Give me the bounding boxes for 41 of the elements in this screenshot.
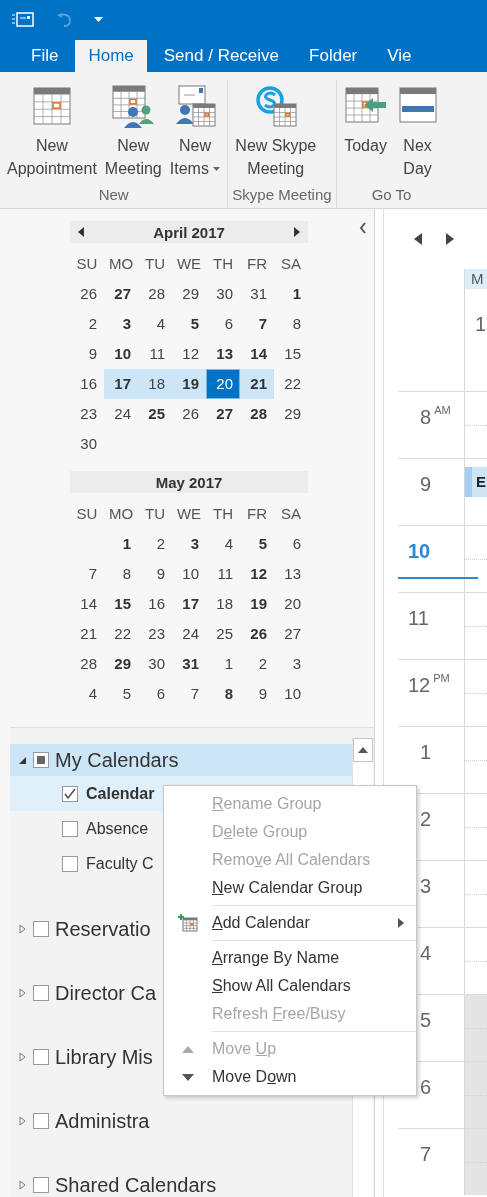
weekday-label: MO xyxy=(107,254,135,274)
weekday-label: SU xyxy=(75,254,99,274)
hour-label: 1 xyxy=(420,741,432,763)
group-label: My Calendars xyxy=(55,748,179,772)
weekday-label: TU xyxy=(144,254,166,274)
hour-label: 10 xyxy=(408,540,431,562)
weekday-label: FR xyxy=(246,504,268,524)
group-label: New xyxy=(97,186,130,205)
group-label: Director Ca xyxy=(55,981,157,1005)
weekday-label: TH xyxy=(212,254,234,274)
calendar-label: Faculty C xyxy=(86,854,154,873)
group-label: Skype Meeting xyxy=(232,186,332,205)
calendar-label: Calendar xyxy=(86,784,155,803)
hour-label: 7 xyxy=(420,1143,432,1165)
weekday-label: SA xyxy=(280,504,302,524)
group-label: Go To xyxy=(370,186,413,205)
weekday-label: TH xyxy=(212,504,234,524)
month-title: May 2017 xyxy=(154,473,224,491)
weekday-label: MO xyxy=(107,504,135,524)
hour-label: 6 xyxy=(420,1076,432,1098)
month-title: April 2017 xyxy=(152,223,226,241)
weekday-label: TU xyxy=(144,504,166,524)
group-label: Shared Calendars xyxy=(55,1173,217,1197)
hour-label: 11 xyxy=(408,607,429,629)
hour-label: 9 xyxy=(420,473,432,495)
weekday-label: SA xyxy=(280,254,302,274)
hour-label: 3 xyxy=(420,875,432,897)
hour-label: 4 xyxy=(420,942,432,964)
group-label: Library Mis xyxy=(55,1045,153,1069)
hour-label: 12$^{PM}$ xyxy=(408,674,450,696)
calendar-label: Absence xyxy=(86,819,149,838)
hour-label: 8$^{AM}$ xyxy=(420,406,451,428)
weekday-label: SU xyxy=(75,504,99,524)
weekday-label: FR xyxy=(246,254,268,274)
hour-label: 5 xyxy=(420,1009,432,1031)
hour-label: 2 xyxy=(420,808,432,830)
group-label: Reservatio xyxy=(55,917,151,941)
date-label: 1 xyxy=(475,313,487,335)
weekday-label: WE xyxy=(175,504,203,524)
group-label: Administra xyxy=(55,1109,150,1133)
weekday-label: WE xyxy=(175,254,203,274)
